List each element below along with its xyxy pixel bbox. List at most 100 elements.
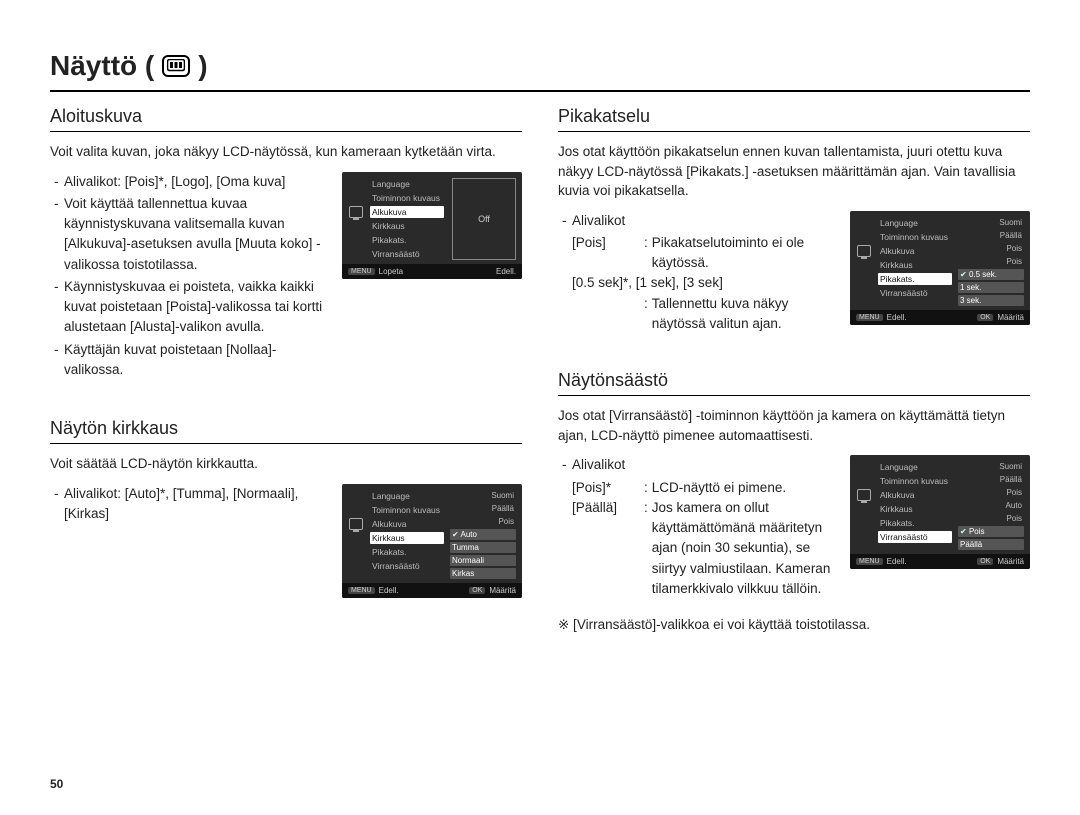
intro-aloituskuva: Voit valita kuvan, joka näkyy LCD-näytös… (50, 142, 522, 162)
ok-pill-icon: OK (977, 558, 993, 565)
def-key: [Päällä] (572, 498, 640, 599)
lcd-value: Pois (450, 516, 516, 527)
lcd-value: Suomi (450, 490, 516, 501)
intro-kirkkaus: Voit säätää LCD-näytön kirkkautta. (50, 454, 522, 474)
lcd-softkey: Määritä (997, 313, 1024, 322)
list-item: Alivalikot: [Pois]*, [Logo], [Oma kuva] (54, 172, 326, 192)
page-title-text: Näyttö ( (50, 50, 154, 82)
def-val: Tallennettu kuva näkyy näytössä valitun … (652, 294, 834, 335)
section-kirkkaus: Näytön kirkkaus Voit säätää LCD-näytön k… (50, 418, 522, 598)
lcd-softkey: Edell. (887, 313, 907, 322)
lcd-value: Pois (958, 256, 1024, 267)
display-icon (162, 55, 190, 77)
monitor-icon (349, 206, 363, 218)
list-item: Käyttäjän kuvat poistetaan [Nollaa]-vali… (54, 340, 326, 381)
intro-saasto: Jos otat [Virransäästö] -toiminnon käytt… (558, 406, 1030, 445)
lcd-softkey: Edell. (379, 586, 399, 595)
lcd-value: Suomi (958, 461, 1024, 472)
section-pikakatselu: Pikakatselu Jos otat käyttöön pikakatsel… (558, 106, 1030, 334)
monitor-icon (857, 489, 871, 501)
lcd-menu-item: Language (878, 461, 952, 473)
menu-pill-icon: MENU (348, 268, 375, 275)
def-sep: : (640, 478, 652, 498)
lcd-value: Auto (958, 500, 1024, 511)
lcd-value: Suomi (958, 217, 1024, 228)
ok-pill-icon: OK (977, 314, 993, 321)
lcd-softkey: Edell. (496, 267, 516, 276)
lcd-option-selected: Pois (958, 526, 1024, 537)
def-val: Jos kamera on ollut käyttämättömänä määr… (652, 498, 834, 599)
def-sep: : (640, 233, 652, 274)
def-val: Pikakatselutoiminto ei ole käytössä. (652, 233, 834, 274)
list-item: Alivalikot (562, 211, 834, 231)
lcd-menu-item: Toiminnon kuvaus (878, 231, 952, 243)
lcd-menu-item: Alkukuva (878, 489, 952, 501)
lcd-menu-item: Language (878, 217, 952, 229)
camera-lcd-aloituskuva: Language Toiminnon kuvaus Alkukuva Kirkk… (342, 172, 522, 279)
lcd-menu-item: Alkukuva (370, 518, 444, 530)
lcd-softkey: Määritä (997, 557, 1024, 566)
lcd-menu-item-selected: Virransäästö (878, 531, 952, 543)
def-key: [Pois]* (572, 478, 640, 498)
list-item: Alivalikot: [Auto]*, [Tumma], [Normaali]… (54, 484, 326, 525)
lcd-value: Päällä (958, 474, 1024, 485)
page-title-close: ) (198, 50, 207, 82)
lcd-value: Pois (958, 487, 1024, 498)
lcd-value: Päällä (450, 503, 516, 514)
list-item: Käynnistyskuvaa ei poisteta, vaikka kaik… (54, 277, 326, 338)
def-key (572, 294, 640, 335)
lcd-menu-item: Pikakats. (370, 234, 444, 246)
lcd-menu-item: Toiminnon kuvaus (878, 475, 952, 487)
def-val: LCD-näyttö ei pimene. (652, 478, 834, 498)
lcd-menu-item: Toiminnon kuvaus (370, 192, 444, 204)
footnote-saasto: ※ [Virransäästö]-valikkoa ei voi käyttää… (558, 617, 1030, 633)
camera-lcd-kirkkaus: Language Toiminnon kuvaus Alkukuva Kirkk… (342, 484, 522, 598)
lcd-value: Päällä (958, 230, 1024, 241)
lcd-value: Pois (958, 513, 1024, 524)
lcd-option: 3 sek. (958, 295, 1024, 306)
camera-lcd-pikakatselu: Language Toiminnon kuvaus Alkukuva Kirkk… (850, 211, 1030, 325)
monitor-icon (349, 518, 363, 530)
camera-lcd-saasto: Language Toiminnon kuvaus Alkukuva Kirkk… (850, 455, 1030, 569)
section-aloituskuva: Aloituskuva Voit valita kuvan, joka näky… (50, 106, 522, 382)
lcd-menu-item: Kirkkaus (878, 503, 952, 515)
lcd-menu-item-selected: Kirkkaus (370, 532, 444, 544)
monitor-icon (857, 245, 871, 257)
lcd-softkey: Edell. (887, 557, 907, 566)
lcd-menu-item: Pikakats. (370, 546, 444, 558)
heading-saasto: Näytönsäästö (558, 370, 1030, 396)
lcd-option: Kirkas (450, 568, 516, 579)
lcd-menu-item-selected: Pikakats. (878, 273, 952, 285)
lcd-menu-item: Virransäästö (370, 248, 444, 260)
heading-pikakatselu: Pikakatselu (558, 106, 1030, 132)
def-sep: : (640, 294, 652, 335)
menu-pill-icon: MENU (348, 587, 375, 594)
list-item: Voit käyttää tallennettua kuvaa käynnist… (54, 194, 326, 275)
lcd-menu-item: Toiminnon kuvaus (370, 504, 444, 516)
def-key: [Pois] (572, 233, 640, 274)
lcd-value: Pois (958, 243, 1024, 254)
lcd-softkey: Määritä (489, 586, 516, 595)
menu-pill-icon: MENU (856, 558, 883, 565)
lcd-menu-item: Kirkkaus (370, 220, 444, 232)
lcd-menu-item-selected: Alkukuva (370, 206, 444, 218)
lcd-menu-item: Kirkkaus (878, 259, 952, 271)
def-sep: : (640, 498, 652, 599)
section-saasto: Näytönsäästö Jos otat [Virransäästö] -to… (558, 370, 1030, 633)
def-key: [0.5 sek]*, [1 sek], [3 sek] (572, 273, 834, 293)
heading-kirkkaus: Näytön kirkkaus (50, 418, 522, 444)
lcd-softkey: Lopeta (379, 267, 403, 276)
lcd-option: 1 sek. (958, 282, 1024, 293)
intro-pikakatselu: Jos otat käyttöön pikakatselun ennen kuv… (558, 142, 1030, 201)
lcd-menu-item: Alkukuva (878, 245, 952, 257)
lcd-option: Normaali (450, 555, 516, 566)
lcd-option: Päällä (958, 539, 1024, 550)
lcd-menu-item: Language (370, 178, 444, 190)
ok-pill-icon: OK (469, 587, 485, 594)
heading-aloituskuva: Aloituskuva (50, 106, 522, 132)
lcd-preview-panel: Off (452, 178, 516, 260)
lcd-menu-item: Virransäästö (878, 287, 952, 299)
lcd-menu-item: Pikakats. (878, 517, 952, 529)
list-item: Alivalikot (562, 455, 834, 475)
page-title: Näyttö ( ) (50, 50, 1030, 92)
